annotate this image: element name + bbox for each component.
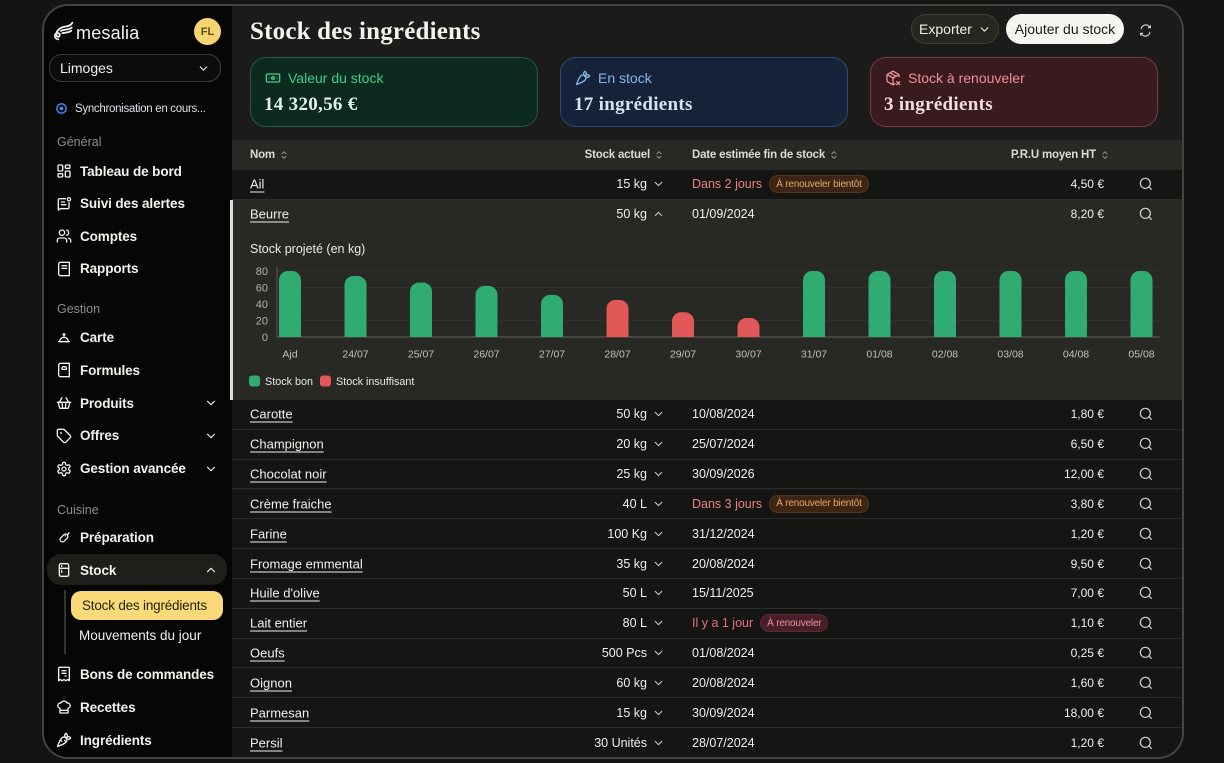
svg-text:Stock bon: Stock bon bbox=[265, 376, 313, 388]
svg-text:31/07: 31/07 bbox=[801, 349, 827, 361]
svg-text:28/07: 28/07 bbox=[604, 349, 630, 361]
svg-text:80: 80 bbox=[256, 266, 268, 278]
svg-text:29/07: 29/07 bbox=[670, 349, 696, 361]
svg-text:25/07: 25/07 bbox=[408, 349, 434, 361]
svg-text:30/07: 30/07 bbox=[735, 349, 761, 361]
svg-text:Stock insuffisant: Stock insuffisant bbox=[336, 376, 414, 388]
svg-text:24/07: 24/07 bbox=[342, 349, 368, 361]
svg-text:26/07: 26/07 bbox=[473, 349, 499, 361]
svg-text:01/08: 01/08 bbox=[866, 349, 892, 361]
svg-text:40: 40 bbox=[256, 299, 268, 311]
svg-text:02/08: 02/08 bbox=[932, 349, 958, 361]
svg-text:05/08: 05/08 bbox=[1128, 349, 1154, 361]
svg-text:60: 60 bbox=[256, 283, 268, 295]
svg-text:27/07: 27/07 bbox=[539, 349, 565, 361]
svg-text:0: 0 bbox=[262, 332, 268, 344]
svg-text:Stock projeté (en kg): Stock projeté (en kg) bbox=[250, 242, 365, 256]
svg-text:Ajd: Ajd bbox=[282, 349, 297, 361]
svg-text:03/08: 03/08 bbox=[997, 349, 1023, 361]
svg-text:04/08: 04/08 bbox=[1063, 349, 1089, 361]
svg-text:20: 20 bbox=[256, 316, 268, 328]
